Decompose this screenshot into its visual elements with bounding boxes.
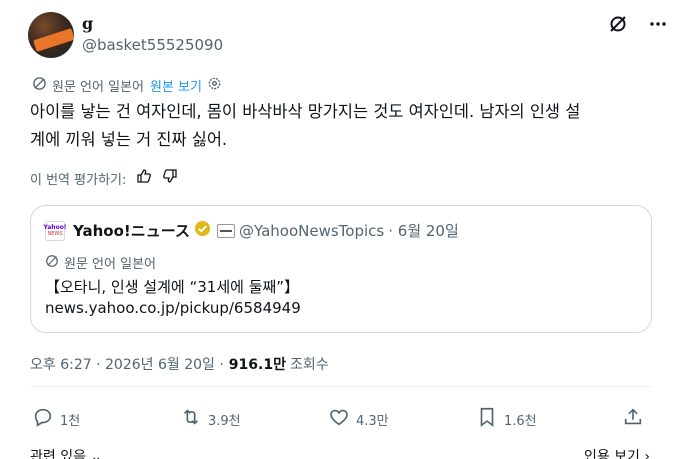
tweet-header: g @basket55525090 — [28, 10, 668, 60]
quoted-tweet-header: Yahoo! NEWS Yahoo!ニュース @YahooNewsTopics … — [43, 220, 459, 241]
more-icon[interactable] — [648, 14, 668, 38]
translation-bar: 원문 언어 일본어 원본 보기 — [32, 76, 222, 95]
quoted-translation-label: 원문 언어 일본어 — [64, 257, 156, 272]
reply-count: 1천 — [60, 413, 81, 429]
retweet-count: 3.9천 — [208, 413, 241, 429]
thumbs-down-icon[interactable] — [162, 168, 178, 188]
quoted-text: 【오타니, 인생 설계에 “31세에 둘째”】 — [45, 278, 300, 296]
action-bar: 1천 3.9천 4.3만 1.6천 — [32, 406, 652, 432]
author-handle[interactable]: @basket55525090 — [82, 36, 223, 54]
bookmark-button[interactable]: 1.6천 — [476, 406, 537, 432]
show-original-link[interactable]: 원본 보기 — [150, 76, 202, 95]
reply-button[interactable]: 1천 — [32, 406, 80, 432]
tweet-text-line: 아이를 낳는 건 여자인데, 몸이 바삭바삭 망가지는 것도 여자인데. 남자의… — [30, 102, 581, 121]
divider — [30, 386, 652, 387]
verified-gold-icon — [194, 220, 211, 241]
like-button[interactable]: 4.3만 — [328, 406, 389, 432]
view-quotes-link[interactable]: 인용 보기 › — [584, 446, 650, 459]
share-button[interactable] — [622, 406, 650, 432]
bookmark-icon — [476, 406, 504, 432]
share-icon — [622, 406, 650, 432]
translation-label: 원문 언어 일본어 — [52, 80, 144, 95]
author-name[interactable]: g — [82, 14, 93, 33]
quoted-author-name[interactable]: Yahoo!ニュース — [73, 220, 190, 241]
thumbs-up-icon[interactable] — [136, 168, 152, 188]
related-link[interactable]: 관련 있음 ⌄ — [30, 446, 102, 459]
retweet-button[interactable]: 3.9천 — [180, 406, 241, 432]
globe-icon — [32, 76, 47, 95]
bookmark-count: 1.6천 — [504, 413, 537, 429]
quoted-tweet[interactable]: Yahoo! NEWS Yahoo!ニュース @YahooNewsTopics … — [30, 205, 652, 333]
header-actions — [608, 14, 668, 38]
tweet-text: 아이를 낳는 건 여자인데, 몸이 바삭바삭 망가지는 것도 여자인데. 남자의… — [30, 98, 650, 154]
affiliate-badge-icon — [217, 223, 235, 238]
gear-icon[interactable] — [207, 76, 222, 95]
tweet-timestamp[interactable]: 오후 6:27 · 2026년 6월 20일 · — [30, 354, 224, 374]
tweet-meta: 오후 6:27 · 2026년 6월 20일 · 916.1만 조회수 — [30, 354, 329, 374]
view-count: 916.1만 — [228, 357, 286, 373]
retweet-icon — [180, 406, 208, 432]
tweet-text-line: 계에 끼워 넣는 거 진짜 싫어. — [30, 130, 228, 149]
like-count: 4.3만 — [356, 413, 389, 429]
quoted-translation-bar: 원문 언어 일본어 — [45, 253, 156, 272]
logo-text-top: Yahoo! — [43, 224, 67, 231]
quoted-author-handle[interactable]: @YahooNewsTopics — [239, 222, 384, 240]
quoted-avatar[interactable]: Yahoo! NEWS — [43, 220, 67, 241]
logo-text-bottom: NEWS — [47, 231, 63, 237]
rate-label: 이 번역 평가하기: — [30, 172, 127, 188]
globe-icon — [45, 254, 59, 272]
view-count-label: 조회수 — [289, 357, 329, 373]
rate-translation: 이 번역 평가하기: — [30, 168, 178, 188]
grok-icon[interactable] — [608, 14, 628, 38]
quoted-link[interactable]: news.yahoo.co.jp/pickup/6584949 — [45, 299, 301, 317]
quoted-date: · 6월 20일 — [388, 222, 459, 240]
like-icon — [328, 406, 356, 432]
reply-icon — [32, 406, 60, 432]
avatar[interactable] — [28, 12, 74, 58]
